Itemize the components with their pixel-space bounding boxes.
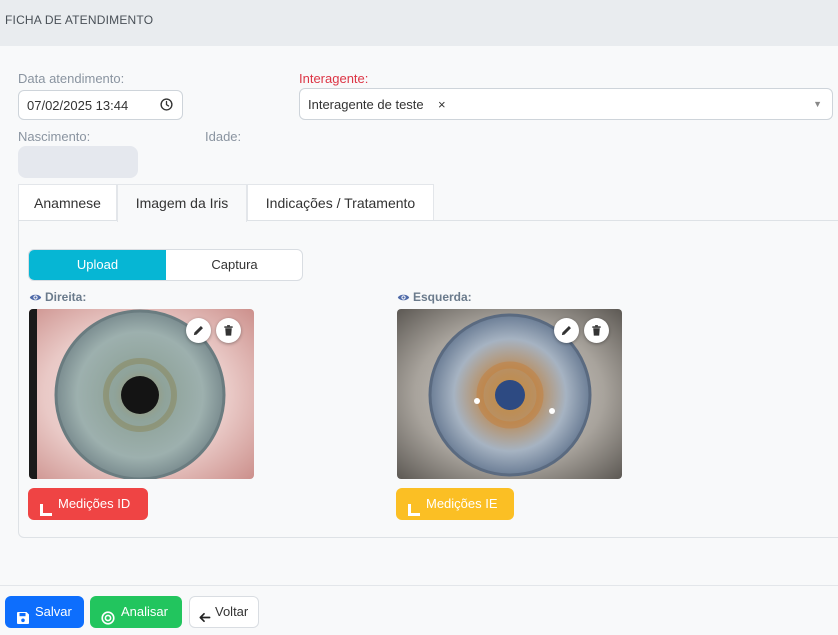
measurements-ie-button[interactable]: Medições IE xyxy=(396,488,514,520)
edit-left-image-button[interactable] xyxy=(554,318,579,343)
analyze-icon xyxy=(101,605,115,635)
trash-icon xyxy=(592,325,601,336)
age-label: Idade: xyxy=(205,129,242,144)
measurements-ie-label: Medições IE xyxy=(426,496,498,511)
eye-icon xyxy=(397,292,410,306)
remove-tag-icon[interactable]: × xyxy=(438,97,446,112)
eye-icon xyxy=(29,292,42,306)
measurements-id-label: Medições ID xyxy=(58,496,131,511)
interagente-select[interactable]: Interagente de teste × ▼ xyxy=(299,88,833,120)
interagente-label: Interagente: xyxy=(299,71,369,86)
date-value: 07/02/2025 13:44 xyxy=(27,98,129,113)
left-eye-label: Esquerda: xyxy=(397,290,472,306)
date-field[interactable]: 07/02/2025 13:44 xyxy=(18,90,183,120)
ruler-icon xyxy=(407,497,421,529)
footer-divider xyxy=(0,585,838,586)
left-iris-image xyxy=(397,309,622,479)
right-iris-image xyxy=(29,309,254,479)
save-icon xyxy=(16,605,30,635)
analyze-button[interactable]: Analisar xyxy=(90,596,182,628)
measurements-id-button[interactable]: Medições ID xyxy=(28,488,148,520)
analyze-label: Analisar xyxy=(121,604,168,619)
right-eye-label-text: Direita: xyxy=(45,290,87,304)
tab-anamnese[interactable]: Anamnese xyxy=(18,184,117,221)
tab-indicacoes-tratamento[interactable]: Indicações / Tratamento xyxy=(247,184,434,221)
save-label: Salvar xyxy=(35,604,72,619)
pencil-icon xyxy=(561,326,571,336)
save-button[interactable]: Salvar xyxy=(5,596,84,628)
edit-right-image-button[interactable] xyxy=(186,318,211,343)
page-header: FICHA DE ATENDIMENTO xyxy=(0,0,838,46)
capture-button[interactable]: Captura xyxy=(166,250,302,280)
upload-button[interactable]: Upload xyxy=(29,250,166,280)
interagente-value: Interagente de teste xyxy=(308,97,424,112)
back-label: Voltar xyxy=(215,604,249,619)
birth-field xyxy=(18,146,138,178)
pencil-icon xyxy=(193,326,203,336)
delete-left-image-button[interactable] xyxy=(584,318,609,343)
tab-imagem-iris[interactable]: Imagem da Iris xyxy=(117,184,247,222)
arrow-left-icon xyxy=(198,605,211,635)
chevron-down-icon[interactable]: ▼ xyxy=(813,99,822,109)
clock-icon[interactable] xyxy=(160,98,173,116)
page-title: FICHA DE ATENDIMENTO xyxy=(5,13,154,27)
upload-mode-toggle: Upload Captura xyxy=(28,249,303,281)
delete-right-image-button[interactable] xyxy=(216,318,241,343)
right-eye-label: Direita: xyxy=(29,290,86,306)
birth-label: Nascimento: xyxy=(18,129,91,144)
trash-icon xyxy=(224,325,233,336)
left-eye-label-text: Esquerda: xyxy=(413,290,472,304)
date-label: Data atendimento: xyxy=(18,71,125,86)
back-button[interactable]: Voltar xyxy=(189,596,259,628)
ruler-icon xyxy=(39,497,53,529)
